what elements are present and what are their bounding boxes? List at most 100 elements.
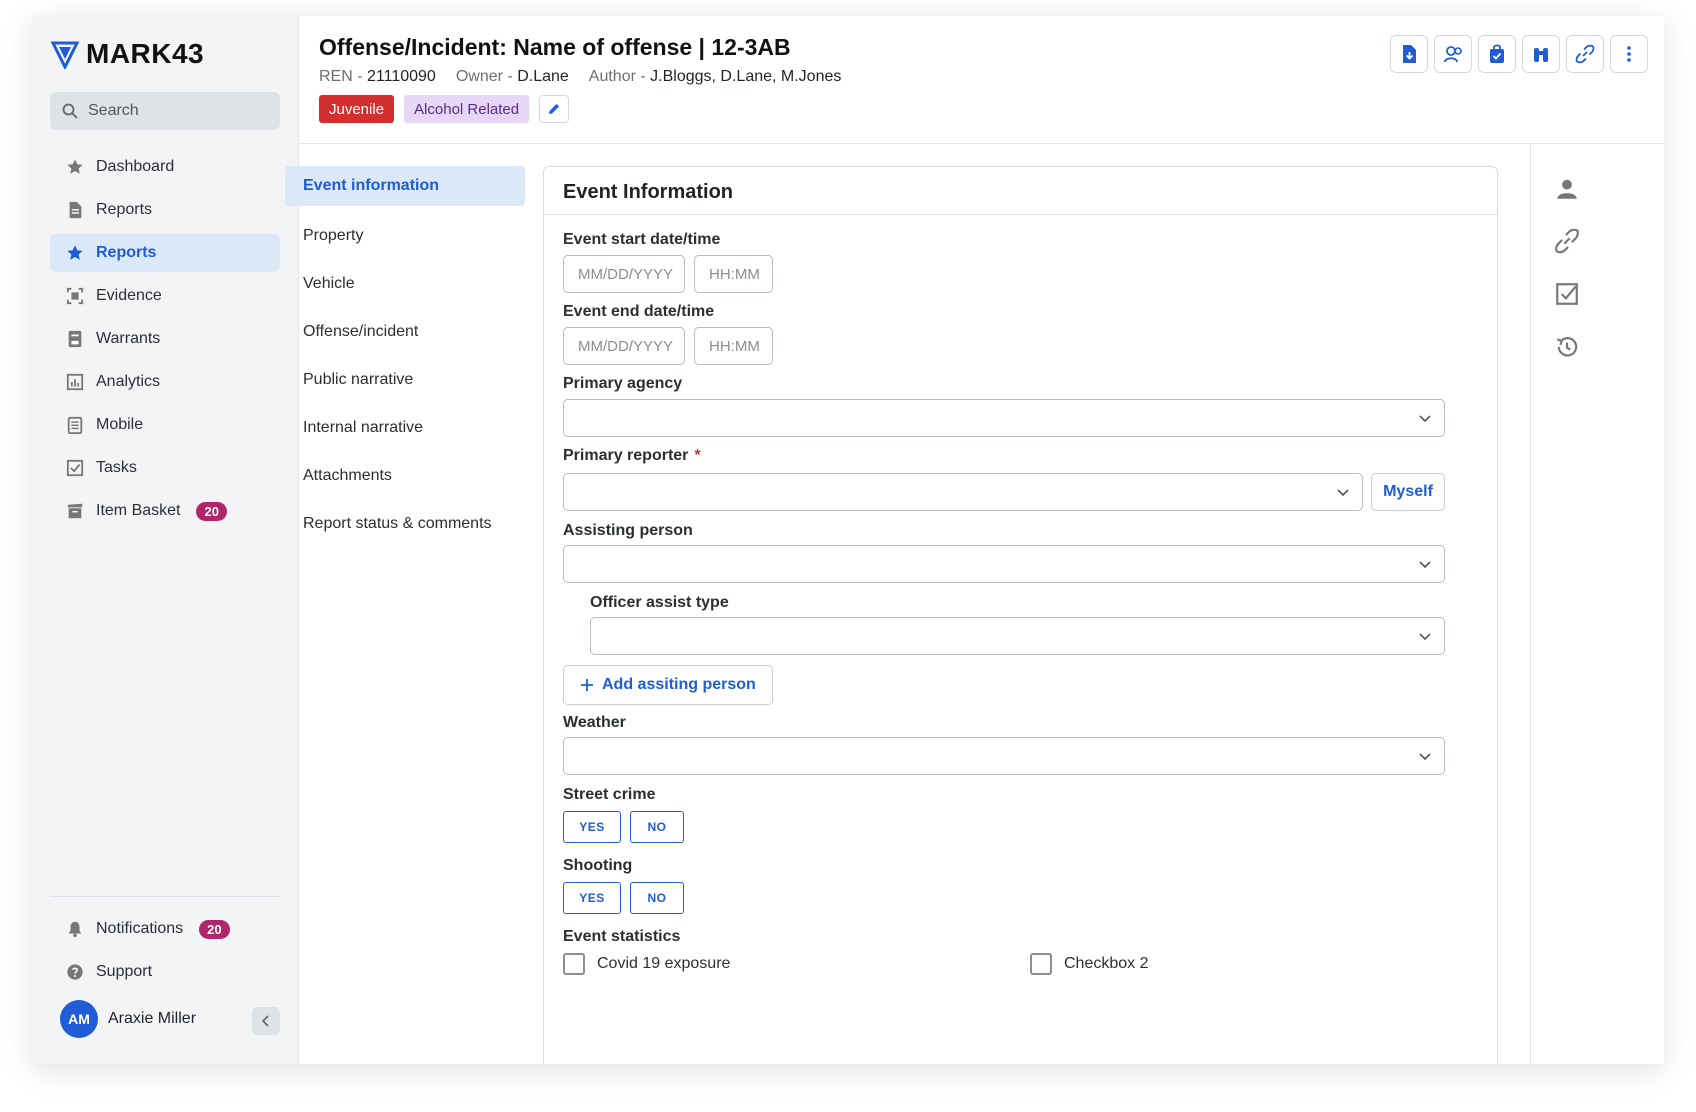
history-icon[interactable] [1554, 334, 1580, 360]
sidebar-item-label: Notifications [96, 920, 184, 937]
sidebar-item-warrants[interactable]: Warrants [50, 320, 280, 358]
edit-tags-button[interactable] [539, 95, 570, 123]
sidebar-item-label: Reports [96, 244, 157, 261]
section-event-information[interactable]: Event information [285, 166, 525, 206]
chevron-down-icon [1419, 561, 1431, 569]
mark43-logo-icon [50, 41, 80, 69]
search-icon [62, 103, 78, 119]
sidebar-item-label: Evidence [96, 287, 162, 304]
sidebar-item-dashboard[interactable]: Dashboard [50, 148, 280, 186]
chevron-left-icon [261, 1015, 269, 1027]
evidence-icon [66, 287, 84, 305]
shooting-yes-button[interactable]: YES [563, 882, 621, 914]
plus-icon [581, 679, 593, 691]
required-indicator: * [694, 447, 701, 464]
weather-select[interactable] [563, 737, 1445, 775]
user-profile[interactable]: AM Araxie Miller [60, 1000, 196, 1038]
sidebar-item-notifications[interactable]: Notifications 20 [50, 910, 280, 948]
sidebar-item-reports[interactable]: Reports [50, 191, 280, 229]
app-window: MARK43 Search Dashboard Reports Reports … [32, 16, 1664, 1064]
chevron-down-icon [1419, 753, 1431, 761]
checkbox[interactable] [563, 953, 585, 975]
binoculars-icon [1534, 48, 1548, 62]
link-icon[interactable] [1554, 228, 1580, 254]
primary-reporter-select[interactable] [563, 473, 1363, 511]
sidebar-item-item-basket[interactable]: Item Basket 20 [50, 492, 280, 530]
right-rail [1530, 144, 1652, 1064]
section-offense-incident[interactable]: Offense/incident [285, 310, 525, 354]
add-assisting-person-button[interactable]: Add assiting person [563, 665, 773, 705]
myself-button[interactable]: Myself [1371, 473, 1445, 511]
export-report-button[interactable] [1390, 35, 1428, 73]
copy-link-button[interactable] [1566, 35, 1604, 73]
owner-label: Owner - [455, 68, 513, 85]
section-property[interactable]: Property [285, 214, 525, 258]
tasks-icon [66, 459, 84, 477]
analytics-icon [66, 373, 84, 391]
person-link-icon [1444, 46, 1462, 63]
event-start-time-input[interactable]: HH:MM [694, 255, 773, 293]
search-binoculars-button[interactable] [1522, 35, 1560, 73]
ren-value: 21110090 [367, 68, 436, 85]
primary-agency-select[interactable] [563, 399, 1445, 437]
sidebar-item-label: Tasks [96, 459, 137, 476]
evidence-bag-button[interactable] [1478, 35, 1516, 73]
sidebar-item-label: Dashboard [96, 158, 175, 175]
primary-reporter-label: Primary reporter [563, 447, 689, 464]
officer-assist-type-label: Officer assist type [590, 594, 729, 611]
sidebar-item-label: Reports [96, 201, 153, 218]
link-person-button[interactable] [1434, 35, 1472, 73]
tasks-checkbox-icon[interactable] [1554, 281, 1580, 307]
logo-text: MARK43 [86, 38, 205, 69]
author-label: Author - [588, 68, 646, 85]
help-icon [67, 964, 83, 980]
report-meta: REN - 21110090 Owner - D.Lane Author - J… [319, 68, 841, 86]
street-crime-label: Street crime [563, 786, 656, 803]
checkbox-covid-19-exposure[interactable]: Covid 19 exposure [563, 953, 730, 975]
sidebar-item-support[interactable]: Support [50, 953, 280, 991]
ren-label: REN - [319, 68, 363, 85]
section-attachments[interactable]: Attachments [285, 454, 525, 498]
mobile-icon [67, 416, 83, 434]
more-options-button[interactable] [1610, 35, 1648, 73]
sidebar: MARK43 Search Dashboard Reports Reports … [32, 16, 299, 1064]
section-internal-narrative[interactable]: Internal narrative [285, 406, 525, 450]
checkbox-2[interactable]: Checkbox 2 [1030, 953, 1149, 975]
section-nav: Event information Property Vehicle Offen… [285, 166, 525, 550]
pencil-icon [549, 104, 560, 114]
person-icon[interactable] [1554, 176, 1580, 202]
sidebar-item-mobile[interactable]: Mobile [50, 406, 280, 444]
author-meta: Author - J.Bloggs, D.Lane, M.Jones [589, 68, 842, 86]
star-icon [67, 159, 83, 174]
assisting-person-select[interactable] [563, 545, 1445, 583]
section-report-status-comments[interactable]: Report status & comments [285, 502, 525, 546]
primary-reporter-label-wrap: Primary reporter * [563, 447, 701, 465]
section-vehicle[interactable]: Vehicle [285, 262, 525, 306]
event-start-date-input[interactable]: MM/DD/YYYY [563, 255, 685, 293]
report-tags: Juvenile Alcohol Related [319, 95, 570, 123]
report-header: Offense/Incident: Name of offense | 12-3… [299, 16, 1664, 144]
street-crime-yes-button[interactable]: YES [563, 811, 621, 843]
sidebar-item-evidence[interactable]: Evidence [50, 277, 280, 315]
section-public-narrative[interactable]: Public narrative [285, 358, 525, 402]
checkbox-label: Checkbox 2 [1064, 955, 1149, 972]
collapse-sidebar-button[interactable] [252, 1007, 280, 1035]
basket-icon [67, 503, 83, 519]
search-input[interactable]: Search [50, 92, 280, 130]
sidebar-item-reports-active[interactable]: Reports [50, 234, 280, 272]
sidebar-item-analytics[interactable]: Analytics [50, 363, 280, 401]
tag-juvenile: Juvenile [319, 95, 395, 123]
event-end-time-input[interactable]: HH:MM [694, 327, 773, 365]
sidebar-bottom-nav: Notifications 20 Support [50, 910, 280, 996]
header-actions [1390, 35, 1648, 73]
shooting-no-button[interactable]: NO [630, 882, 684, 914]
event-end-date-input[interactable]: MM/DD/YYYY [563, 327, 685, 365]
event-start-label: Event start date/time [563, 231, 721, 248]
street-crime-no-button[interactable]: NO [630, 811, 684, 843]
checkbox[interactable] [1030, 953, 1052, 975]
officer-assist-type-select[interactable] [590, 617, 1445, 655]
notifications-count-badge: 20 [199, 919, 230, 939]
logo[interactable]: MARK43 [50, 38, 204, 70]
owner-meta: Owner - D.Lane [456, 68, 569, 86]
sidebar-item-tasks[interactable]: Tasks [50, 449, 280, 487]
